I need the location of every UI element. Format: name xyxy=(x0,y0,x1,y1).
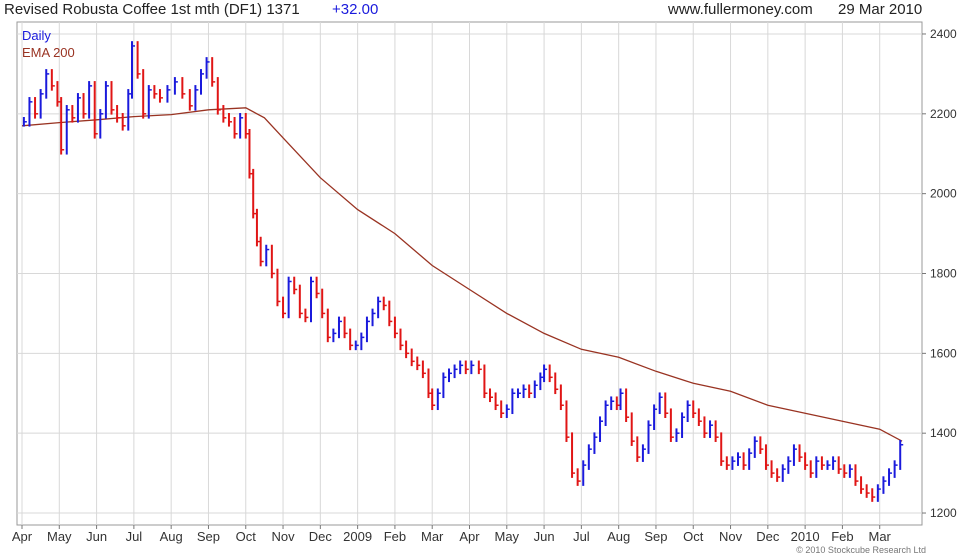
x-tick-label: Mar xyxy=(421,529,444,544)
x-axis: Apr May Jun Jul Aug Sep Oct Nov Dec 2009 Feb Mar Apr… xyxy=(12,525,892,544)
x-tick-label: May xyxy=(495,529,520,544)
x-tick-label: Sep xyxy=(644,529,667,544)
x-tick-label: 2010 xyxy=(791,529,820,544)
copyright-notice: © 2010 Stockcube Research Ltd xyxy=(796,545,926,555)
x-tick-label: Sep xyxy=(197,529,220,544)
price-chart: 1200 1400 1600 1800 2000 2200 2400 Apr May Jun Ju… xyxy=(12,21,957,544)
x-tick-label: May xyxy=(47,529,72,544)
x-tick-label: Jul xyxy=(126,529,143,544)
x-tick-label: Dec xyxy=(309,529,333,544)
x-tick-label: Feb xyxy=(384,529,406,544)
y-tick-label: 1600 xyxy=(930,346,957,360)
y-tick-label: 1800 xyxy=(930,267,957,281)
x-tick-label: Feb xyxy=(831,529,853,544)
legend-daily: Daily xyxy=(22,28,51,43)
legend-ema-200: EMA 200 xyxy=(22,45,75,60)
x-tick-label: Nov xyxy=(719,529,743,544)
x-tick-label: 2009 xyxy=(343,529,372,544)
y-axis: 1200 1400 1600 1800 2000 2200 2400 xyxy=(922,27,957,520)
x-tick-label: Aug xyxy=(160,529,183,544)
x-tick-label: Aug xyxy=(607,529,630,544)
y-tick-label: 1400 xyxy=(930,426,957,440)
y-tick-label: 2200 xyxy=(930,107,957,121)
y-tick-label: 1200 xyxy=(930,506,957,520)
legend: Daily EMA 200 xyxy=(22,27,75,61)
x-tick-label: Dec xyxy=(756,529,780,544)
x-tick-label: Oct xyxy=(236,529,257,544)
x-tick-label: Jun xyxy=(534,529,555,544)
x-tick-label: Nov xyxy=(271,529,295,544)
y-tick-label: 2400 xyxy=(930,27,957,41)
x-tick-label: Apr xyxy=(12,529,33,544)
y-tick-label: 2000 xyxy=(930,187,957,201)
x-tick-label: Jun xyxy=(86,529,107,544)
x-tick-label: Mar xyxy=(869,529,892,544)
x-tick-label: Oct xyxy=(683,529,704,544)
x-tick-label: Jul xyxy=(573,529,590,544)
x-tick-label: Apr xyxy=(459,529,480,544)
